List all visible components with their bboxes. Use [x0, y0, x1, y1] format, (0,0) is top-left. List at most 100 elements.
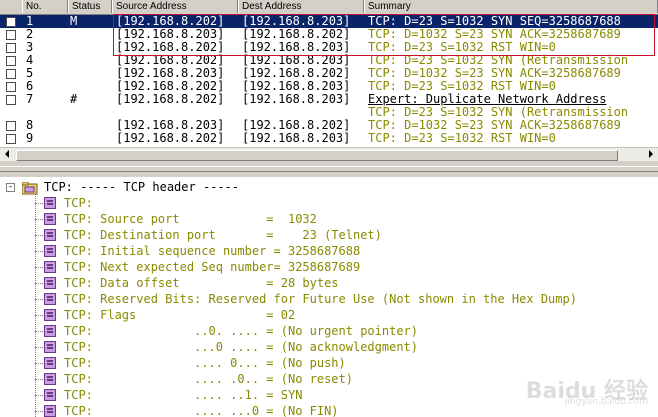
tree-field-row[interactable]: TCP: ...0 .... = (No acknowledgment): [0, 339, 658, 355]
tree-field-row[interactable]: TCP: Initial sequence number = 325868768…: [0, 243, 658, 259]
packet-list-pane[interactable]: No. Status Source Address Dest Address S…: [0, 0, 658, 147]
packet-source: [192.168.8.203]: [116, 67, 225, 80]
tree-field-text: TCP: Destination port = 23 (Telnet): [64, 228, 382, 242]
tree-branch: [35, 283, 43, 284]
packet-row[interactable]: 6 [192.168.8.202] [192.168.8.203] TCP: D=23…: [0, 80, 658, 93]
tree-field-text: TCP: Data offset = 28 bytes: [64, 276, 339, 290]
field-icon: [44, 341, 56, 353]
packet-dest: [192.168.8.202]: [242, 67, 351, 80]
tree-root-tcp-header[interactable]: - TCP: ----- TCP header -----: [0, 179, 658, 195]
packet-dest: [192.168.8.203]: [242, 80, 351, 93]
tree-field-row[interactable]: TCP: Next expected Seq number= 325868768…: [0, 259, 658, 275]
tree-field-text: TCP: Reserved Bits: Reserved for Future …: [64, 292, 577, 306]
tree-field-text: TCP: Next expected Seq number= 325868768…: [64, 260, 361, 274]
packet-checkbox[interactable]: [6, 134, 16, 144]
column-header-dest[interactable]: Dest Address: [238, 0, 364, 13]
packet-checkbox[interactable]: [6, 30, 16, 40]
packet-checkbox[interactable]: [6, 82, 16, 92]
horizontal-scrollbar[interactable]: [0, 147, 658, 162]
column-header-source[interactable]: Source Address: [112, 0, 238, 13]
packet-checkbox[interactable]: [6, 69, 16, 79]
field-icon: [44, 325, 56, 337]
packet-summary: TCP: D=1032 S=23 SYN ACK=3258687689: [368, 119, 621, 132]
tree-field-row[interactable]: TCP: ..0. .... = (No urgent pointer): [0, 323, 658, 339]
packet-row[interactable]: 5 [192.168.8.203] [192.168.8.202] TCP: D=10…: [0, 67, 658, 80]
packet-status: #: [70, 93, 78, 106]
tree-field-row[interactable]: TCP: Data offset = 28 bytes: [0, 275, 658, 291]
tree-field-text: TCP: .... ...0 = (No FIN): [64, 404, 339, 417]
baidu-watermark: Baidu 经验 jingyan.baidu.com: [525, 379, 648, 407]
handshake-highlight-box: [113, 14, 655, 56]
packet-dest: [242, 106, 366, 119]
packet-row[interactable]: TCP: D=23 S=1032 SYN (Retransmission: [0, 106, 658, 119]
packet-no: 9: [26, 132, 34, 145]
packet-source: [116, 106, 240, 119]
scroll-left-icon[interactable]: [5, 150, 9, 158]
tree-field-text: TCP: .... ..1. = SYN: [64, 388, 303, 402]
tree-field-text: TCP: ..0. .... = (No urgent pointer): [64, 324, 419, 338]
collapse-icon[interactable]: -: [6, 183, 15, 192]
packet-status: [70, 41, 112, 54]
tree-field-row[interactable]: TCP: .... 0... = (No push): [0, 355, 658, 371]
tree-branch: [35, 411, 43, 412]
field-icon: [44, 293, 56, 305]
packet-no: 6: [26, 80, 34, 93]
packet-source: [192.168.8.202]: [116, 132, 225, 145]
packet-source: [192.168.8.202]: [116, 80, 225, 93]
packet-dest: [192.168.8.203]: [242, 132, 351, 145]
tree-field-row[interactable]: TCP: .... ...0 = (No FIN): [0, 403, 658, 417]
scroll-right-icon[interactable]: [649, 150, 653, 158]
tree-field-row[interactable]: TCP: Reserved Bits: Reserved for Future …: [0, 291, 658, 307]
tree-field-row[interactable]: TCP: Source port = 1032: [0, 211, 658, 227]
tree-field-row[interactable]: TCP: Flags = 02: [0, 307, 658, 323]
column-header-no[interactable]: No.: [22, 0, 68, 13]
packet-status: [70, 132, 112, 145]
packet-status: [70, 119, 112, 132]
tree-branch: [35, 251, 43, 252]
packet-checkbox[interactable]: [6, 56, 16, 66]
packet-summary: TCP: D=23 S=1032 RST WIN=0: [368, 80, 556, 93]
field-icon: [44, 261, 56, 273]
tree-field-text: TCP: ...0 .... = (No acknowledgment): [64, 340, 419, 354]
tree-branch: [35, 347, 43, 348]
packet-row[interactable]: 8 [192.168.8.203] [192.168.8.202] TCP: D=10…: [0, 119, 658, 132]
tree-branch: [35, 267, 43, 268]
packet-dest: [192.168.8.202]: [242, 119, 351, 132]
packet-checkbox[interactable]: [6, 95, 16, 105]
field-icon: [44, 373, 56, 385]
field-icon: [44, 277, 56, 289]
packet-no: [26, 106, 64, 119]
tree-branch: [35, 203, 43, 204]
packet-status: [70, 54, 112, 67]
packet-checkbox[interactable]: [6, 17, 16, 27]
packet-checkbox[interactable]: [6, 121, 16, 131]
tree-field-text: TCP: .... 0... = (No push): [64, 356, 346, 370]
packet-status: [70, 106, 112, 119]
tree-branch: [35, 363, 43, 364]
tree-root-label: TCP: ----- TCP header -----: [44, 180, 240, 194]
field-icon: [44, 357, 56, 369]
column-header-status[interactable]: Status: [68, 0, 112, 13]
field-icon: [44, 405, 56, 417]
tree-field-row[interactable]: TCP: Destination port = 23 (Telnet): [0, 227, 658, 243]
packet-summary: Expert: Duplicate Network Address: [368, 93, 607, 106]
packet-status: [70, 28, 112, 41]
pane-splitter[interactable]: [0, 161, 658, 177]
tree-branch: [35, 235, 43, 236]
tree-field-text: TCP: .... .0.. = (No reset): [64, 372, 353, 386]
packet-checkbox[interactable]: [6, 43, 16, 53]
packet-dest: [192.168.8.203]: [242, 93, 351, 106]
packet-no: 7: [26, 93, 34, 106]
field-icon: [44, 213, 56, 225]
packet-row[interactable]: 9 [192.168.8.202] [192.168.8.203] TCP: D=23…: [0, 132, 658, 145]
packet-row[interactable]: 7 # [192.168.8.202] [192.168.8.203] Expert: …: [0, 93, 658, 106]
scrollbar-thumb[interactable]: [16, 150, 618, 161]
column-header-summary[interactable]: Summary: [364, 0, 658, 13]
packet-no: 1: [26, 15, 34, 28]
tree-branch: [35, 299, 43, 300]
tree-branch: [35, 395, 43, 396]
packet-detail-pane[interactable]: - TCP: ----- TCP header ----- TCP: TCP: S…: [0, 177, 658, 417]
tree-branch: [35, 219, 43, 220]
tree-branch: [35, 331, 43, 332]
tree-field-row[interactable]: TCP:: [0, 195, 658, 211]
